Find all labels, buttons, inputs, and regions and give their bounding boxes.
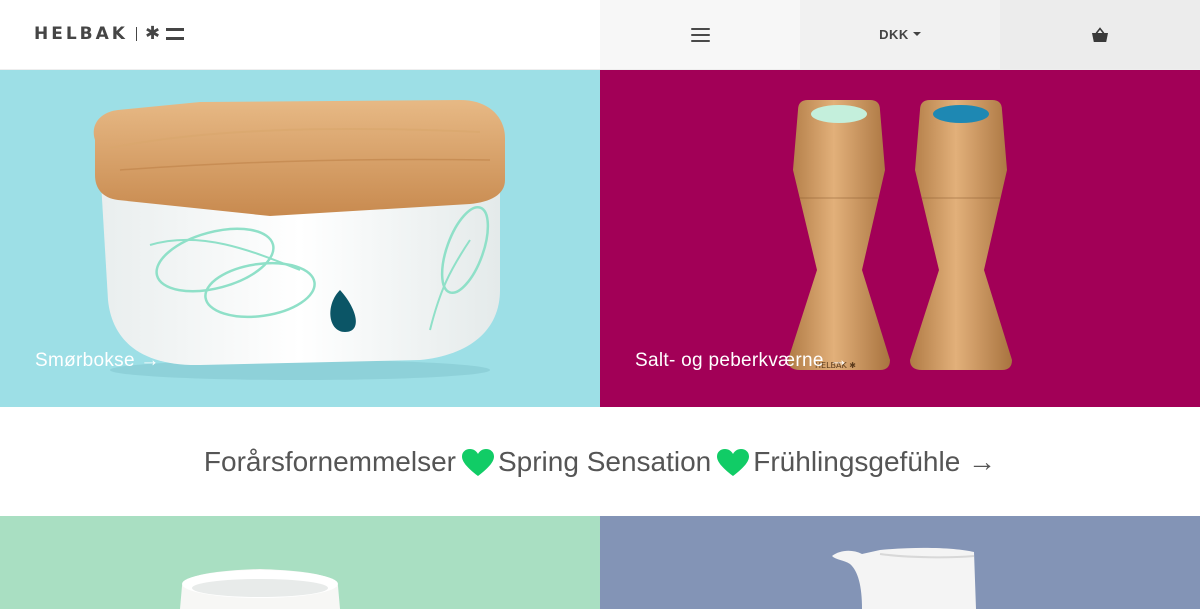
basket-icon: [1092, 26, 1108, 42]
banner-text-german: Frühlingsgefühle →: [753, 445, 997, 477]
tile-butter-dish[interactable]: Smørbokse →: [0, 70, 600, 407]
menu-button[interactable]: [600, 0, 800, 69]
logo-text: HELBAK: [34, 24, 128, 44]
spring-sensation-banner[interactable]: Forårsfornemmelser Spring Sensation Früh…: [0, 407, 1200, 516]
site-header: HELBAK ✱ DKK: [0, 0, 1200, 70]
hamburger-icon: [690, 27, 710, 42]
heart-icon: [717, 448, 750, 476]
tile-jug[interactable]: [600, 516, 1200, 609]
tile-label-salt-pepper-mills[interactable]: Salt- og peberkværne →: [635, 350, 849, 372]
tile-label-butter-dish[interactable]: Smørbokse →: [35, 350, 160, 372]
cup-image: [180, 569, 340, 609]
currency-label: DKK: [879, 27, 909, 42]
tile-cup[interactable]: [0, 516, 600, 609]
banner-text-danish: Forårsfornemmelser: [203, 445, 456, 477]
caret-down-icon: [912, 31, 921, 36]
banner-text: Forårsfornemmelser Spring Sensation Früh…: [204, 446, 996, 478]
jug-image: [832, 547, 976, 609]
cart-button[interactable]: [1000, 0, 1200, 69]
currency-selector[interactable]: DKK: [800, 0, 1000, 69]
banner-text-english: Spring Sensation: [497, 445, 712, 477]
helbak-logo[interactable]: HELBAK ✱: [34, 22, 185, 46]
tile-salt-pepper-mills[interactable]: HELBAK ✱ Salt- og peberkværne →: [600, 70, 1200, 407]
helbak-mark-icon: ✱: [135, 25, 185, 43]
heart-icon: [461, 448, 494, 476]
